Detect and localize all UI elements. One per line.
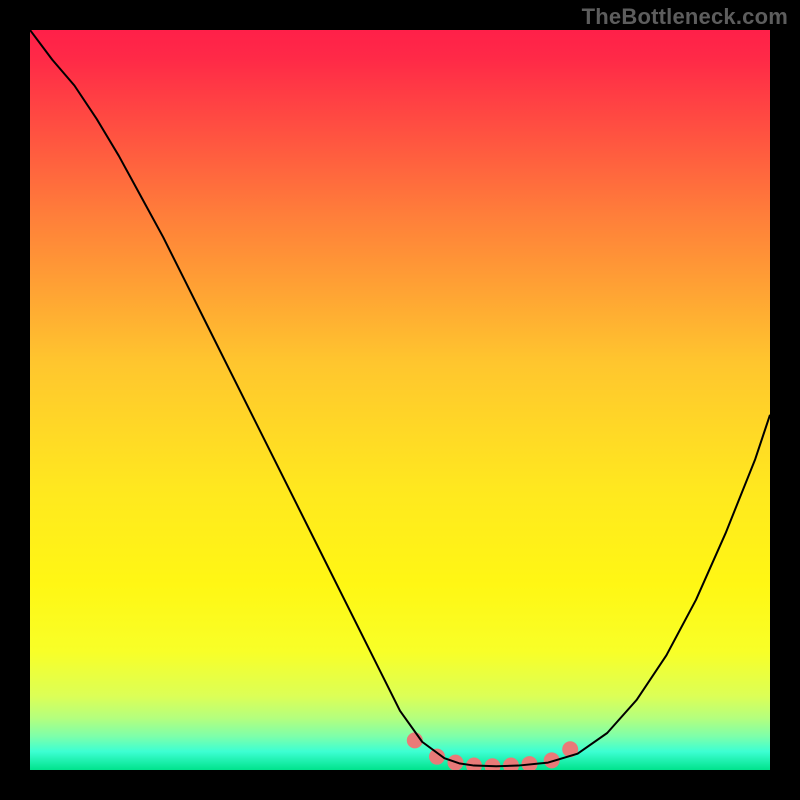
watermark-text: TheBottleneck.com (582, 4, 788, 30)
chart-frame: TheBottleneck.com (0, 0, 800, 800)
plot-area (30, 30, 770, 770)
chart-background (30, 30, 770, 770)
bottleneck-chart (30, 30, 770, 770)
